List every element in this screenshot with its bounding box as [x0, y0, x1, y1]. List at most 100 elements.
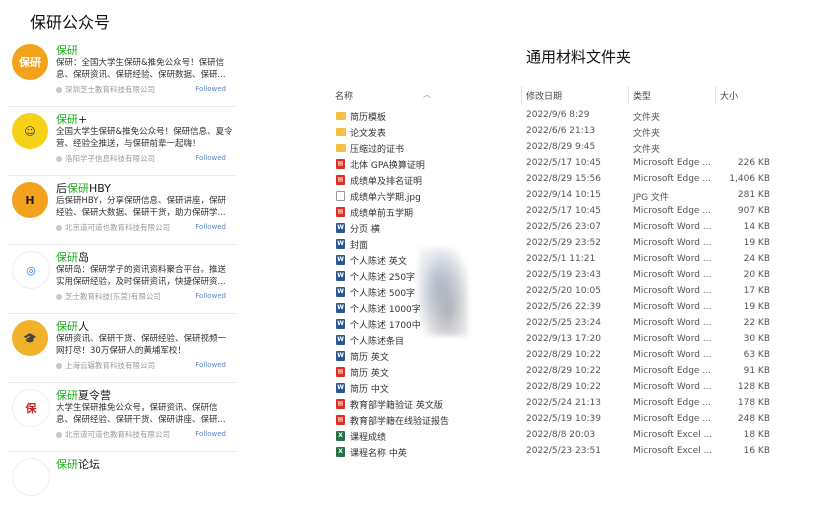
account-org: 芝士教育科技(东莞)有限公司: [56, 291, 161, 302]
word-icon: W: [336, 335, 345, 345]
file-size: 14 KB: [743, 222, 770, 232]
file-type: Microsoft Edge ...: [633, 158, 711, 168]
account-name-highlight: 保研: [67, 182, 89, 195]
column-header-name[interactable]: 名称: [335, 89, 353, 102]
file-type: Microsoft Word ...: [633, 254, 712, 264]
file-size: 63 KB: [743, 350, 770, 360]
file-row[interactable]: ▤ 成绩单及排名证明 2022/8/29 15:56 Microsoft Edg…: [333, 172, 778, 188]
file-row[interactable]: ▤ 教育部学籍验证 英文版 2022/5/24 21:13 Microsoft …: [333, 396, 778, 412]
folder-title: 通用材料文件夹: [526, 48, 632, 66]
file-row[interactable]: W 简历 中文 2022/8/29 10:22 Microsoft Word .…: [333, 380, 778, 396]
file-type: Microsoft Excel ...: [633, 446, 713, 456]
verified-icon: [56, 156, 62, 162]
account-org: 深圳芝士教育科技有限公司: [56, 84, 155, 95]
account-item[interactable]: 保研论坛: [8, 452, 236, 521]
followed-status[interactable]: Followed: [195, 85, 226, 93]
file-type: 文件夹: [633, 129, 661, 139]
file-size: 17 KB: [743, 286, 770, 296]
file-row[interactable]: ▤ 成绩单前五学期 2022/5/17 10:45 Microsoft Edge…: [333, 204, 778, 220]
account-description: 保研岛：保研学子的资讯资料聚合平台。推送实用保研经验，及时保研资讯，快捷保研资.…: [56, 265, 227, 287]
account-org-text: 洛阳学子信息科技有限公司: [65, 154, 155, 163]
account-name-prefix: 后: [56, 182, 67, 195]
file-row[interactable]: 论文发表 2022/6/6 21:13 文件夹: [333, 124, 778, 140]
column-divider[interactable]: [628, 86, 629, 104]
file-type: Microsoft Excel ...: [633, 430, 713, 440]
file-row[interactable]: ▤ 简历 英文 2022/8/29 10:22 Microsoft Edge .…: [333, 364, 778, 380]
file-row[interactable]: W 个人陈述 500字 2022/5/20 10:05 Microsoft Wo…: [333, 284, 778, 300]
account-name-rest: 人: [78, 320, 89, 333]
verified-icon: [56, 363, 62, 369]
file-row[interactable]: 简历模板 2022/9/6 8:29 文件夹: [333, 108, 778, 124]
file-size: 281 KB: [737, 190, 770, 200]
account-description: 保研：全国大学生保研&推免公众号！保研信息、保研资讯、保研经验、保研数据、保研.…: [56, 58, 226, 80]
file-row[interactable]: W 个人陈述 1000字 2022/5/26 22:39 Microsoft W…: [333, 300, 778, 316]
word-icon: W: [336, 351, 345, 361]
file-date: 2022/5/17 10:45: [526, 158, 601, 168]
column-header-type[interactable]: 类型: [633, 89, 651, 102]
account-description: 大学生保研推免公众号，保研资讯、保研信息、保研经验、保研干货、保研讲座、保研..…: [56, 403, 226, 425]
account-org: 北京道可道也教育科技有限公司: [56, 222, 170, 233]
file-name: 个人陈述 1000字: [350, 305, 421, 315]
file-date: 2022/5/20 10:05: [526, 286, 601, 296]
file-name: 分页 横: [350, 225, 380, 235]
file-row[interactable]: ▤ 教育部学籍在线验证报告 2022/5/19 10:39 Microsoft …: [333, 412, 778, 428]
file-row[interactable]: W 简历 英文 2022/8/29 10:22 Microsoft Word .…: [333, 348, 778, 364]
file-date: 2022/9/14 10:15: [526, 190, 601, 200]
file-name: 成绩单及排名证明: [350, 177, 423, 187]
file-row[interactable]: W 个人陈述 英文 2022/5/1 11:21 Microsoft Word …: [333, 252, 778, 268]
followed-status[interactable]: Followed: [195, 223, 226, 231]
file-size: 128 KB: [737, 382, 770, 392]
account-item[interactable]: H 后保研HBY 后保研HBY，分享保研信息、保研讲座，保研经验、保研大数据、保…: [8, 176, 236, 245]
account-description: 后保研HBY，分享保研信息、保研讲座，保研经验、保研大数据、保研干货，助力保研学…: [56, 196, 226, 218]
file-date: 2022/5/17 10:45: [526, 206, 601, 216]
account-description: 保研资讯、保研干货、保研经验、保研视频一网打尽！30万保研人的黄埔军校！: [56, 334, 227, 356]
account-item[interactable]: 🎓 保研人 保研资讯、保研干货、保研经验、保研视频一网打尽！30万保研人的黄埔军…: [8, 314, 236, 383]
file-name: 成绩单六学期.jpg: [350, 193, 421, 203]
followed-status[interactable]: Followed: [195, 430, 226, 438]
file-date: 2022/8/29 10:22: [526, 382, 601, 392]
file-row[interactable]: X 课程成绩 2022/8/8 20:03 Microsoft Excel ..…: [333, 428, 778, 444]
file-row[interactable]: W 个人陈述 1700中 2022/5/25 23:24 Microsoft W…: [333, 316, 778, 332]
file-row[interactable]: W 分页 横 2022/5/26 23:07 Microsoft Word ..…: [333, 220, 778, 236]
followed-status[interactable]: Followed: [195, 154, 226, 162]
excel-icon: X: [336, 447, 345, 457]
word-icon: W: [336, 271, 345, 281]
account-item[interactable]: ◎ 保研岛 保研岛：保研学子的资讯资料聚合平台。推送实用保研经验，及时保研资讯，…: [8, 245, 236, 314]
account-name-highlight: 保研: [56, 458, 78, 471]
column-divider[interactable]: [521, 86, 522, 104]
file-size: 1,406 KB: [729, 174, 770, 184]
verified-icon: [56, 294, 62, 300]
file-date: 2022/5/19 10:39: [526, 414, 601, 424]
followed-status[interactable]: Followed: [195, 361, 226, 369]
file-date: 2022/5/26 22:39: [526, 302, 601, 312]
file-row[interactable]: W 个人陈述 250字 2022/5/19 23:43 Microsoft Wo…: [333, 268, 778, 284]
file-size: 178 KB: [737, 398, 770, 408]
column-divider[interactable]: [715, 86, 716, 104]
file-row[interactable]: 压缩过的证书 2022/8/29 9:45 文件夹: [333, 140, 778, 156]
file-row[interactable]: 成绩单六学期.jpg 2022/9/14 10:15 JPG 文件 281 KB: [333, 188, 778, 204]
file-row[interactable]: W 个人陈述条目 2022/9/13 17:20 Microsoft Word …: [333, 332, 778, 348]
followed-status[interactable]: Followed: [195, 292, 226, 300]
account-item[interactable]: ☺ 保研+ 全国大学生保研&推免公众号！保研信息、夏令营、经验全推送，与保研前辈…: [8, 107, 236, 176]
file-row[interactable]: W 封面 2022/5/29 23:52 Microsoft Word ... …: [333, 236, 778, 252]
file-name: 北体 GPA换算证明: [350, 161, 425, 171]
account-name-highlight: 保研: [56, 251, 78, 264]
folder-icon: [336, 144, 346, 152]
file-name: 压缩过的证书: [350, 145, 405, 155]
column-header-size[interactable]: 大小: [720, 89, 738, 102]
account-avatar: H: [12, 182, 48, 218]
account-name: 保研岛: [56, 249, 89, 265]
pdf-icon: ▤: [336, 159, 345, 169]
account-name-highlight: 保研: [56, 389, 78, 402]
account-name-rest: 夏令营: [78, 389, 111, 402]
file-row[interactable]: X 课程名称 中英 2022/5/23 23:51 Microsoft Exce…: [333, 444, 778, 460]
column-header-date[interactable]: 修改日期: [526, 89, 562, 102]
file-name: 简历 英文: [350, 353, 389, 363]
file-size: 248 KB: [737, 414, 770, 424]
account-item[interactable]: 保 保研夏令营 大学生保研推免公众号，保研资讯、保研信息、保研经验、保研干货、保…: [8, 383, 236, 452]
file-size: 19 KB: [743, 302, 770, 312]
file-date: 2022/5/1 11:21: [526, 254, 596, 264]
file-name: 简历模板: [350, 113, 387, 123]
file-row[interactable]: ▤ 北体 GPA换算证明 2022/5/17 10:45 Microsoft E…: [333, 156, 778, 172]
account-item[interactable]: 保研 保研 保研：全国大学生保研&推免公众号！保研信息、保研资讯、保研经验、保研…: [8, 38, 236, 107]
